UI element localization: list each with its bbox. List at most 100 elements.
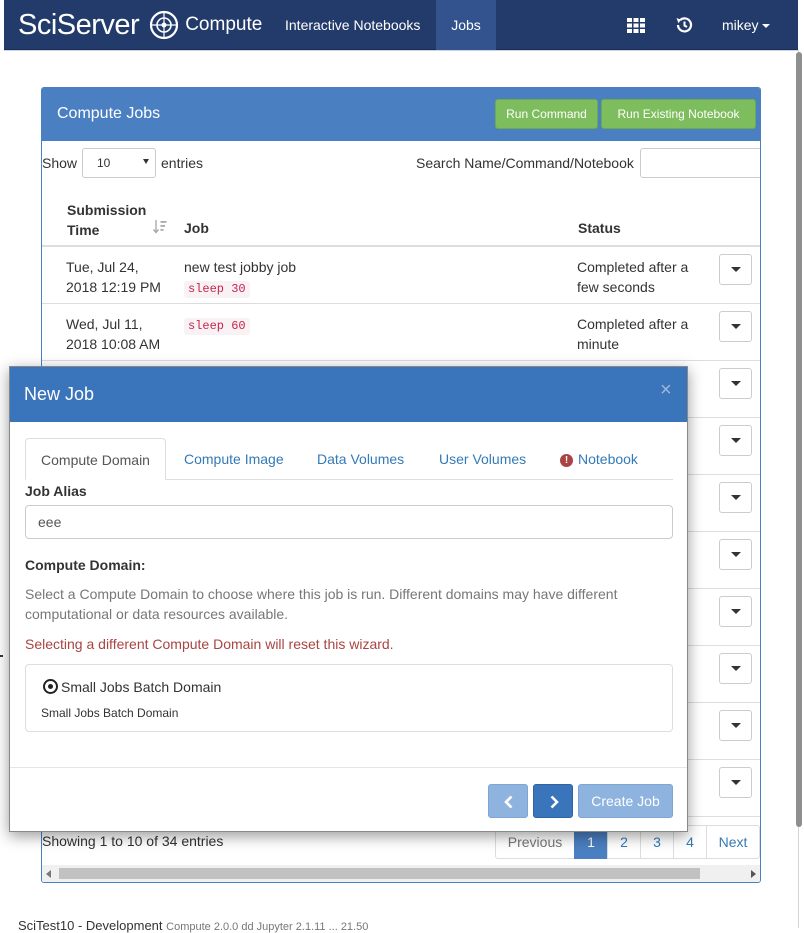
column-submission-time[interactable]: Submission Time — [67, 200, 157, 240]
tab-notebook[interactable]: ! Notebook — [560, 438, 638, 480]
panel-title: Compute Jobs — [57, 105, 161, 122]
sort-icon[interactable] — [152, 219, 168, 235]
showing-entries-text: Showing 1 to 10 of 34 entries — [42, 833, 224, 849]
domain-option[interactable]: Small Jobs Batch Domain Small Jobs Batch… — [25, 664, 673, 732]
new-job-modal: New Job × Compute Domain Compute Image D… — [9, 366, 688, 832]
dropdown-icon — [731, 609, 741, 614]
brand-compute: Compute — [185, 14, 263, 35]
dropdown-icon — [731, 666, 741, 671]
time-date: Tue, Jul 24, — [66, 259, 139, 275]
column-job[interactable]: Job — [184, 220, 209, 236]
row-actions-button[interactable] — [719, 311, 752, 342]
pagination-next[interactable]: Next — [706, 825, 760, 859]
cell-status: Completed after a minute — [577, 314, 707, 354]
row-actions-button[interactable] — [719, 482, 752, 513]
page-divider — [4, 50, 798, 51]
search-input[interactable] — [640, 148, 760, 178]
dropdown-icon — [731, 381, 741, 386]
tab-compute-image[interactable]: Compute Image — [184, 438, 284, 480]
user-menu[interactable]: mikey — [722, 0, 770, 50]
compute-domain-description: Select a Compute Domain to choose where … — [25, 586, 618, 622]
row-actions-button[interactable] — [719, 368, 752, 399]
tab-compute-domain[interactable]: Compute Domain — [25, 438, 166, 480]
modal-header: New Job × — [10, 367, 687, 422]
reset-warning: Selecting a different Compute Domain wil… — [25, 636, 394, 652]
status-line2: few seconds — [577, 279, 655, 295]
brand-sciserver: SciServer — [18, 8, 140, 41]
scroll-right-icon[interactable] — [751, 870, 756, 878]
apps-grid-icon[interactable] — [626, 15, 646, 35]
job-command: sleep 60 — [184, 318, 250, 335]
chevron-right-icon — [550, 795, 559, 809]
tab-user-volumes[interactable]: User Volumes — [439, 438, 526, 480]
domain-radio[interactable] — [43, 679, 58, 694]
entries-value: 10 — [97, 156, 111, 170]
tab-notebook-label: Notebook — [578, 451, 638, 467]
job-alias-label: Job Alias — [25, 483, 87, 499]
column-time-label: Time — [67, 222, 100, 238]
row-actions-button[interactable] — [719, 539, 752, 570]
modal-title: New Job — [24, 384, 95, 404]
domain-name: Small Jobs Batch Domain — [61, 679, 222, 695]
dropdown-icon — [731, 495, 741, 500]
domain-subtitle: Small Jobs Batch Domain — [41, 706, 179, 720]
entries-label: entries — [161, 155, 204, 171]
navbar: SciServer Compute Interactive Notebooks … — [4, 0, 798, 50]
dropdown-icon — [731, 267, 741, 272]
select-arrow-icon — [143, 159, 149, 164]
table-row: Wed, Jul 11, 2018 10:08 AM sleep 60 Comp… — [42, 304, 760, 361]
footer-title: SciTest10 - Development — [18, 918, 163, 933]
row-actions-button[interactable] — [719, 767, 752, 798]
compute-domain-heading: Compute Domain: — [25, 557, 146, 573]
footer: SciTest10 - Development Compute 2.0.0 dd… — [18, 918, 368, 933]
time-year: 2018 10:08 AM — [66, 336, 161, 352]
run-existing-notebook-button[interactable]: Run Existing Notebook — [601, 99, 756, 129]
row-actions-button[interactable] — [719, 425, 752, 456]
dropdown-icon — [731, 723, 741, 728]
scrollbar-thumb[interactable] — [59, 868, 700, 879]
row-actions-button[interactable] — [719, 710, 752, 741]
cell-job: new test jobby job sleep 30 — [184, 257, 296, 298]
row-actions-button[interactable] — [719, 653, 752, 684]
dropdown-icon — [731, 780, 741, 785]
search-label: Search Name/Command/Notebook — [416, 155, 634, 171]
brand[interactable]: SciServer Compute — [18, 5, 262, 45]
vertical-scrollbar[interactable] — [796, 52, 802, 827]
column-status[interactable]: Status — [578, 220, 621, 236]
cell-job: sleep 60 — [184, 314, 250, 335]
scroll-left-icon[interactable] — [46, 870, 51, 878]
panel-header: Compute Jobs Run Command Run Existing No… — [42, 88, 760, 141]
job-name: new test jobby job — [184, 259, 297, 275]
job-alias-input[interactable] — [25, 505, 673, 539]
create-job-button[interactable]: Create Job — [578, 784, 673, 818]
user-name: mikey — [722, 17, 759, 33]
status-line2: minute — [577, 336, 620, 352]
nav-interactive-notebooks[interactable]: Interactive Notebooks — [270, 0, 435, 50]
cell-submission-time: Wed, Jul 11, 2018 10:08 AM — [66, 314, 176, 354]
edge-mark — [0, 655, 3, 657]
previous-step-button[interactable] — [488, 784, 528, 818]
dropdown-icon — [731, 438, 741, 443]
row-actions-button[interactable] — [719, 596, 752, 627]
time-date: Wed, Jul 11, — [66, 316, 143, 332]
job-command: sleep 30 — [184, 281, 250, 298]
run-command-button[interactable]: Run Command — [495, 99, 598, 129]
globe-icon — [150, 10, 179, 40]
caret-down-icon — [761, 24, 770, 29]
modal-footer-rule — [10, 767, 687, 768]
chevron-left-icon — [504, 795, 513, 809]
row-actions-button[interactable] — [719, 254, 752, 285]
entries-select[interactable]: 10 — [82, 148, 156, 178]
horizontal-scrollbar[interactable] — [42, 865, 760, 882]
column-submission-label: Submission — [67, 202, 147, 218]
time-year: 2018 12:19 PM — [66, 279, 161, 295]
nav-jobs[interactable]: Jobs — [436, 0, 496, 50]
cell-submission-time: Tue, Jul 24, 2018 12:19 PM — [66, 257, 176, 297]
tab-data-volumes[interactable]: Data Volumes — [317, 438, 404, 480]
next-step-button[interactable] — [533, 784, 573, 818]
close-icon[interactable]: × — [660, 380, 672, 400]
status-line1: Completed after a — [577, 316, 689, 332]
table-row: Tue, Jul 24, 2018 12:19 PM new test jobb… — [42, 247, 760, 304]
warning-icon: ! — [560, 454, 573, 467]
history-icon[interactable] — [674, 15, 694, 35]
